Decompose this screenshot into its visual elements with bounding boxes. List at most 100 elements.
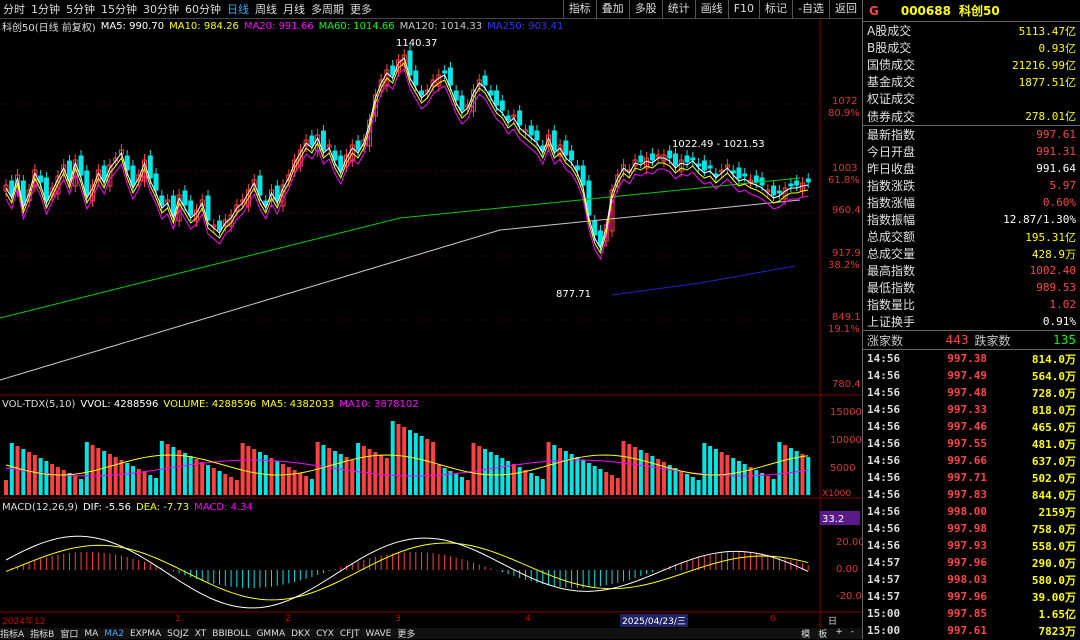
volume-bar <box>788 448 793 495</box>
ma120-line <box>0 199 801 381</box>
indicator-tab-1[interactable]: 指标B <box>30 627 54 640</box>
tick-volume: 580.0万 <box>1031 573 1076 587</box>
indicator-tab-0[interactable]: 指标A <box>0 627 24 640</box>
stat-value: 0.91% <box>1042 315 1076 328</box>
tick-time: 14:57 <box>867 573 901 586</box>
indicator-tab-8[interactable]: BBIBOLL <box>212 629 250 639</box>
tick-volume: 39.00万 <box>1031 590 1076 604</box>
volume-legend: VOL-TDX(5,10) VVOL: 4288596 VOLUME: 42885… <box>0 397 820 411</box>
volume-bar <box>304 476 309 495</box>
volume-bar <box>760 473 765 495</box>
stat-row: 总成交量 428.9万 <box>863 245 1080 262</box>
bottom-control-2[interactable]: + <box>835 627 843 640</box>
volume-bar <box>586 463 591 495</box>
tick-time: 14:57 <box>867 556 901 569</box>
tick-volume: 465.0万 <box>1031 420 1076 434</box>
stat-value: 1877.51亿 <box>1018 75 1076 89</box>
market-flag: G <box>869 3 879 18</box>
volume-bar <box>171 447 176 495</box>
volume-bar <box>633 447 638 495</box>
tick-row: 14:56 997.83 844.0万 <box>863 486 1080 503</box>
volume-bar <box>558 448 563 495</box>
volume-bar <box>165 444 170 495</box>
volume-bar <box>419 436 424 495</box>
candle <box>528 125 534 136</box>
volume-bar <box>771 479 776 495</box>
bottom-right-controls: 模板 + - <box>801 627 862 640</box>
stat-row: 指数涨跌 5.97 <box>863 177 1080 194</box>
tick-time: 14:56 <box>867 369 901 382</box>
volume-bar <box>223 474 228 495</box>
tick-time: 14:56 <box>867 437 901 450</box>
indicator-tab-3[interactable]: MA <box>84 629 98 639</box>
volume-bar <box>286 467 291 495</box>
volume-legend-item-2: MA5: 4382033 <box>261 398 335 410</box>
high-annotation: 1140.37 <box>396 38 437 49</box>
volume-bar <box>269 458 274 495</box>
indicator-tab-2[interactable]: 窗口 <box>60 627 78 640</box>
indicator-tab-11[interactable]: CYX <box>316 629 334 639</box>
tick-list[interactable]: 14:56 997.38 814.0万 14:56 997.49 564.0万 14:56 9… <box>863 350 1080 639</box>
indicator-tab-10[interactable]: DKX <box>291 629 310 639</box>
stat-row: 指数涨幅 0.60% <box>863 194 1080 211</box>
stat-label: 指数涨跌 <box>867 179 916 193</box>
date-label-0: 2024年12 <box>2 617 46 627</box>
pct-label: 38.2% <box>828 260 860 271</box>
tick-price: 997.38 <box>947 352 987 365</box>
bottom-control-1[interactable]: 板 <box>818 627 827 640</box>
tick-row: 14:56 997.93 558.0万 <box>863 537 1080 554</box>
stat-row: 指数振幅 12.87/1.30% <box>863 211 1080 228</box>
date-label-6: 6 <box>770 614 776 624</box>
volume-bar <box>442 468 447 495</box>
candle <box>309 135 315 146</box>
volume-bar <box>119 460 124 495</box>
volume-bar <box>546 442 551 495</box>
stat-row: 总成交额 195.31亿 <box>863 228 1080 245</box>
date-label-3: 3 <box>395 614 401 624</box>
candle <box>419 90 425 96</box>
bottom-control-3[interactable]: - <box>851 627 854 640</box>
volume-bar <box>61 470 66 495</box>
indicator-tab-14[interactable]: 更多 <box>397 627 415 640</box>
tick-time: 14:56 <box>867 505 901 518</box>
stat-label: B股成交 <box>867 41 912 55</box>
volume-bar <box>800 454 805 495</box>
tick-price: 997.66 <box>947 454 987 467</box>
stat-label: 昨日收盘 <box>867 162 916 176</box>
tick-time: 14:57 <box>867 590 901 603</box>
indicator-tab-9[interactable]: GMMA <box>256 629 285 639</box>
stat-value: 21216.99亿 <box>1012 58 1076 72</box>
pct-label: 61.8% <box>828 175 860 186</box>
stat-value: 991.64 <box>1036 162 1076 175</box>
indicator-tab-6[interactable]: SQJZ <box>167 629 189 639</box>
tick-price: 997.93 <box>947 539 987 552</box>
date-label-5: 2025/04/23/三 <box>620 614 688 627</box>
volume-bar <box>188 456 193 495</box>
indicator-tab-12[interactable]: CFJT <box>340 629 360 639</box>
indicator-tab-7[interactable]: XT <box>195 629 207 639</box>
volume-bar <box>27 452 32 495</box>
volume-bar <box>604 472 609 495</box>
tick-price: 997.48 <box>947 386 987 399</box>
volume-bar <box>511 464 516 495</box>
tick-time: 14:56 <box>867 454 901 467</box>
indicator-tab-5[interactable]: EXPMA <box>130 629 161 639</box>
indicator-tab-13[interactable]: WAVE <box>366 629 392 639</box>
stat-row: 最高指数 1002.40 <box>863 262 1080 279</box>
quote-panel: G 000688 科创50 A股成交 5113.47亿 B股成交 0.93亿 国债成交 2… <box>862 0 1080 639</box>
down-label: 跌家数 <box>974 333 1011 348</box>
volume-bar <box>523 470 528 495</box>
candle <box>805 178 811 183</box>
volume-bar <box>719 452 724 495</box>
price-label: 780.4 <box>832 379 861 390</box>
macd-legend-item-1: DEA: -7.73 <box>136 501 190 513</box>
volume-bar <box>644 453 649 495</box>
stat-value: 12.87/1.30% <box>1003 213 1076 226</box>
candle <box>742 173 748 177</box>
indicator-tab-4[interactable]: MA2 <box>104 629 124 639</box>
advance-decline: 涨家数 443 跌家数 135 <box>863 330 1080 350</box>
index-code: 000688 <box>900 3 951 18</box>
bottom-control-0[interactable]: 模 <box>801 627 810 640</box>
kline-chart[interactable]: 107280.9% 100361.8% 960.4 917.938.2% 849.119… <box>0 0 862 628</box>
candle <box>413 70 419 86</box>
